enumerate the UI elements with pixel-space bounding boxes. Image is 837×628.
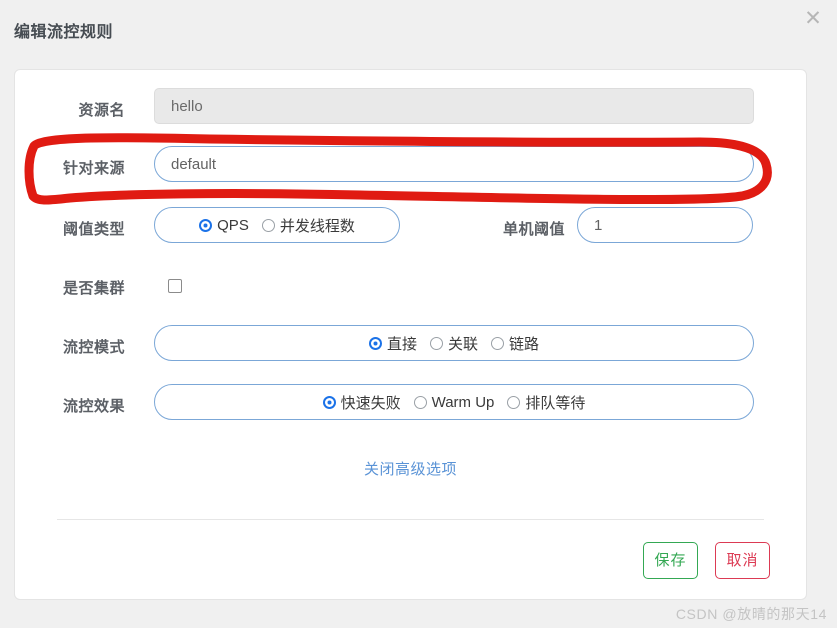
save-button[interactable]: 保存 [643,542,698,579]
form-row-flow-mode: 流控模式 直接 关联 链路 [15,325,806,371]
radio-dot-icon [199,218,213,232]
radio-flow-mode-associated[interactable]: 关联 [429,333,478,354]
radio-dot-icon [322,395,336,409]
radio-dot-icon [491,336,504,350]
radio-flow-mode-direct[interactable]: 直接 [368,333,417,354]
radio-label: 快速失败 [340,394,401,412]
radio-threshold-threads[interactable]: 并发线程数 [261,215,355,236]
single-threshold-input[interactable] [577,207,753,243]
radio-flow-effect-fast-fail[interactable]: 快速失败 [322,392,401,413]
radio-label: 排队等待 [525,394,586,412]
label-cluster: 是否集群 [62,280,125,297]
radio-label: Warm Up [431,393,495,411]
resource-name-input[interactable] [154,88,754,124]
radio-dot-icon [413,395,427,409]
origin-input[interactable] [154,146,754,182]
label-resource: 资源名 [78,102,125,119]
form-row-threshold-type: 阈值类型 QPS 并发线程数 单机阈值 [15,207,806,253]
radio-flow-mode-chain[interactable]: 链路 [491,333,539,354]
label-flow-effect: 流控效果 [62,398,125,415]
radio-flow-effect-warm-up[interactable]: Warm Up [413,393,495,411]
radio-label: 关联 [447,335,478,353]
radio-label: 链路 [509,335,540,353]
edit-flow-rule-form: 资源名 针对来源 阈值类型 QPS 并发线程数 单机阈值 是否集群 流控模式 [14,69,807,600]
watermark: CSDN @放晴的那天14 [675,606,827,622]
radio-label: QPS [217,216,249,234]
form-row-flow-effect: 流控效果 快速失败 Warm Up 排队等待 [15,384,806,430]
footer-actions: 保存 取消 [643,542,770,579]
radio-dot-icon [429,336,443,350]
flow-mode-radio-group[interactable]: 直接 关联 链路 [154,325,754,361]
radio-flow-effect-queue[interactable]: 排队等待 [507,392,585,413]
close-icon[interactable]: ✕ [799,4,827,32]
divider [57,519,764,520]
radio-dot-icon [368,336,382,350]
advanced-options-toggle[interactable]: 关闭高级选项 [15,458,806,479]
cancel-button[interactable]: 取消 [715,542,770,579]
form-row-resource: 资源名 [15,88,806,134]
flow-effect-radio-group[interactable]: 快速失败 Warm Up 排队等待 [154,384,754,420]
cluster-checkbox[interactable] [168,279,182,293]
threshold-type-radio-group[interactable]: QPS 并发线程数 [154,207,400,243]
radio-dot-icon [261,218,275,232]
radio-label: 并发线程数 [279,217,355,235]
radio-label: 直接 [386,335,417,353]
page-title: 编辑流控规则 [14,24,114,41]
radio-dot-icon [507,395,521,409]
label-flow-mode: 流控模式 [62,339,125,356]
radio-threshold-qps[interactable]: QPS [199,217,249,234]
label-origin: 针对来源 [62,160,125,177]
label-single-threshold: 单机阈值 [502,221,565,238]
label-threshold-type: 阈值类型 [62,221,125,238]
form-row-cluster: 是否集群 [15,266,806,312]
form-row-origin: 针对来源 [15,146,806,192]
